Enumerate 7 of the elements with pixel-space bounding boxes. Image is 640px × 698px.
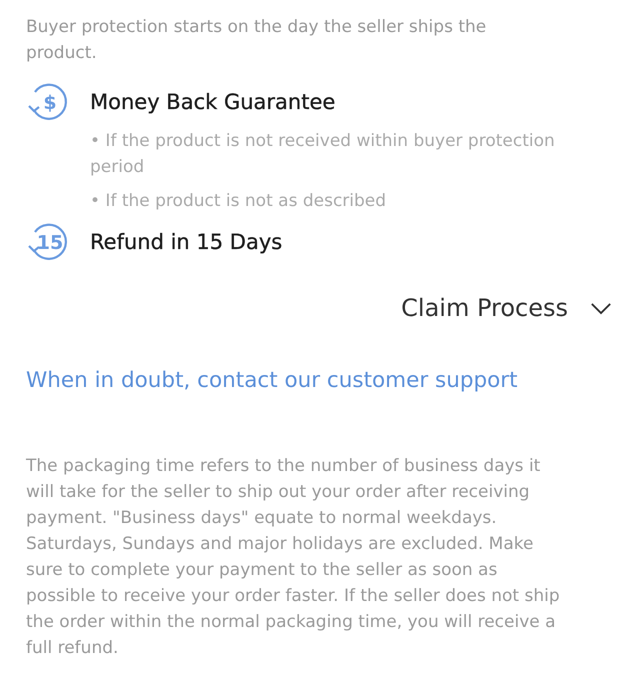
- bullet-text: • If the product is not received within buyer protection period: [90, 130, 556, 179]
- guarantee-title: Refund in 15 Days: [90, 230, 282, 254]
- claim-process-toggle[interactable]: Claim Process: [401, 290, 612, 326]
- bullet-text: • If the product is not as described: [90, 190, 388, 213]
- intro-text: Buyer protection starts on the day the seller ships the product.: [26, 16, 488, 65]
- guarantee-title: Money Back Guarantee: [90, 90, 336, 114]
- packaging-note: The packaging time refers to the number of business days it will take for the seller to ship out your order after receiving payment. "Business days" equate to normal weekdays. Saturdays, Sundays and major holidays are excluded. Make sure to complete your payment to the seller as soon as possible to receive your order faster. If the seller does not ship the order within the normal packaging time, you will receive a full refund.: [26, 455, 561, 660]
